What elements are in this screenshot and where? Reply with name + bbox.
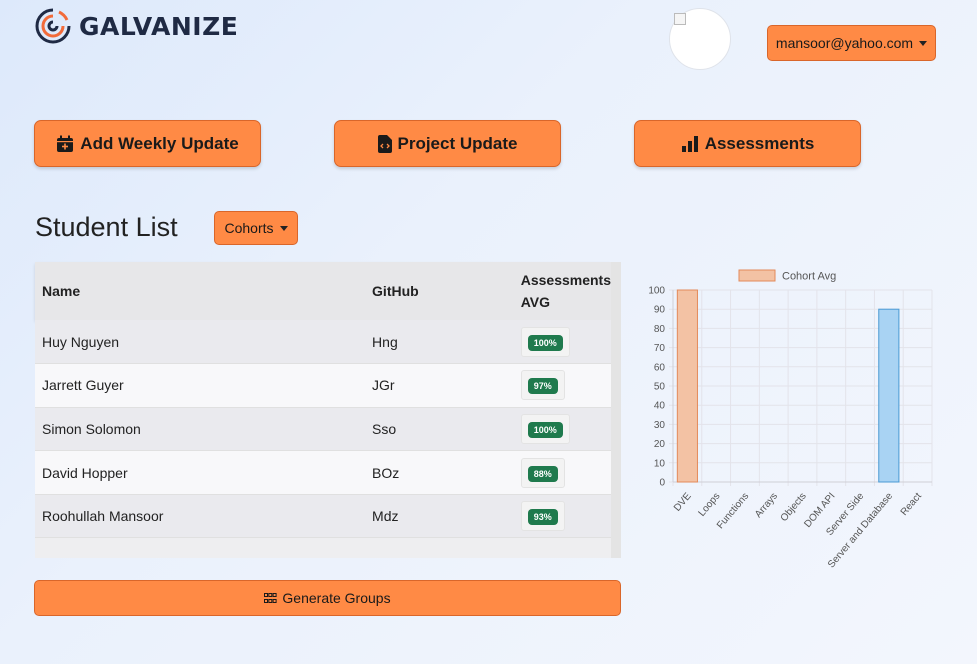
student-github[interactable]: BOz <box>365 451 514 495</box>
assessment-avg-cell: 100% <box>514 320 611 364</box>
y-tick-label: 40 <box>654 401 666 412</box>
caret-down-icon <box>279 225 288 231</box>
column-header-assessments[interactable]: Assessments AVG <box>514 262 611 320</box>
page-title: Student List <box>35 212 178 242</box>
table-row[interactable]: Simon Solomon Sso 100% <box>35 407 611 451</box>
student-name: Huy Nguyen <box>42 333 120 350</box>
cohorts-label: Cohorts <box>224 220 274 236</box>
y-tick-label: 100 <box>648 286 665 297</box>
avatar <box>669 8 731 70</box>
avg-badge: 100% <box>527 421 563 438</box>
assessment-avg-cell: 97% <box>514 364 611 408</box>
student-github[interactable]: Hng <box>365 320 514 364</box>
y-tick-label: 0 <box>659 478 665 489</box>
bar-chart-icon <box>681 135 698 152</box>
student-table: Name GitHub Assessments AVG Huy Nguyen H… <box>35 262 611 538</box>
y-tick-label: 60 <box>654 362 666 373</box>
bar-server-and-database <box>878 308 900 483</box>
assessments-label: Assessments <box>704 133 815 153</box>
assessment-avg-cell: 100% <box>514 407 611 451</box>
grid-icon <box>264 592 278 603</box>
y-tick-label: 50 <box>654 382 666 393</box>
generate-groups-button[interactable]: Generate Groups <box>34 580 621 616</box>
table-row[interactable]: Huy Nguyen Hng 100% <box>35 320 611 364</box>
file-code-icon <box>377 134 392 153</box>
y-tick-label: 10 <box>654 458 666 469</box>
cohort-avg-chart: 0102030405060708090100DVE LoopsFunctions A… <box>648 269 933 570</box>
brand-name: GALVANIZE <box>79 11 239 41</box>
student-name: Roohullah Mansoor <box>42 508 164 525</box>
column-header-name[interactable]: Name <box>35 262 365 320</box>
avg-badge: 100% <box>527 334 563 351</box>
x-tick-label: Loops <box>697 491 723 519</box>
column-header-assessments-line2: AVG <box>520 294 551 310</box>
bar-dve <box>676 289 698 483</box>
add-weekly-update-button[interactable]: Add Weekly Update <box>34 120 261 167</box>
user-email: mansoor@yahoo.com <box>775 35 914 51</box>
y-tick-label: 80 <box>654 324 666 335</box>
student-github[interactable]: JGr <box>365 364 514 408</box>
generate-groups-label: Generate Groups <box>282 590 391 606</box>
user-menu-button[interactable]: mansoor@yahoo.com <box>767 25 936 61</box>
assessment-avg-cell: 93% <box>514 494 611 538</box>
table-row[interactable]: David Hopper BOz 88% <box>35 450 611 495</box>
y-tick-label: 20 <box>654 439 666 450</box>
cohorts-dropdown-button[interactable]: Cohorts <box>214 211 298 245</box>
assessment-avg-cell: 88% <box>514 451 611 495</box>
student-github[interactable]: Sso <box>365 407 514 451</box>
x-tick-label: Arrays <box>753 491 780 520</box>
column-header-assessments-line1: Assessments <box>520 272 611 288</box>
student-name: Jarrett Guyer <box>42 377 124 394</box>
student-name: Simon Solomon <box>42 420 141 437</box>
table-header-row: Name GitHub Assessments AVG <box>35 262 611 320</box>
galvanize-logo[interactable]: GALVANIZE <box>35 8 238 44</box>
column-header-github[interactable]: GitHub <box>365 262 514 320</box>
legend-label: Cohort Avg <box>782 271 836 283</box>
student-table-container: Name GitHub Assessments AVG Huy Nguyen H… <box>35 262 621 558</box>
avg-badge: 93% <box>527 509 558 526</box>
galvanize-logo-icon <box>35 8 71 44</box>
avg-badge: 88% <box>527 465 558 482</box>
table-row[interactable]: Jarrett Guyer JGr 97% <box>35 363 611 408</box>
x-tick-label: DVE <box>672 491 694 514</box>
x-tick-label: Objects <box>779 491 809 524</box>
y-tick-label: 90 <box>654 305 666 316</box>
calendar-plus-icon <box>57 135 74 152</box>
legend-swatch <box>738 269 776 282</box>
table-row[interactable]: Roohullah Mansoor Mdz 93% <box>35 494 611 538</box>
project-update-label: Project Update <box>397 133 518 153</box>
avg-badge: 97% <box>527 378 558 395</box>
x-tick-label: React <box>899 491 924 518</box>
project-update-button[interactable]: Project Update <box>334 120 561 167</box>
assessments-button[interactable]: Assessments <box>634 120 861 167</box>
caret-down-icon <box>919 40 928 46</box>
add-weekly-update-label: Add Weekly Update <box>80 133 239 153</box>
table-scrollbar[interactable] <box>611 262 621 558</box>
y-tick-label: 30 <box>654 420 666 431</box>
broken-image-icon <box>674 13 686 25</box>
student-github[interactable]: Mdz <box>365 494 514 538</box>
y-tick-label: 70 <box>654 343 666 354</box>
student-name: David Hopper <box>42 464 128 481</box>
